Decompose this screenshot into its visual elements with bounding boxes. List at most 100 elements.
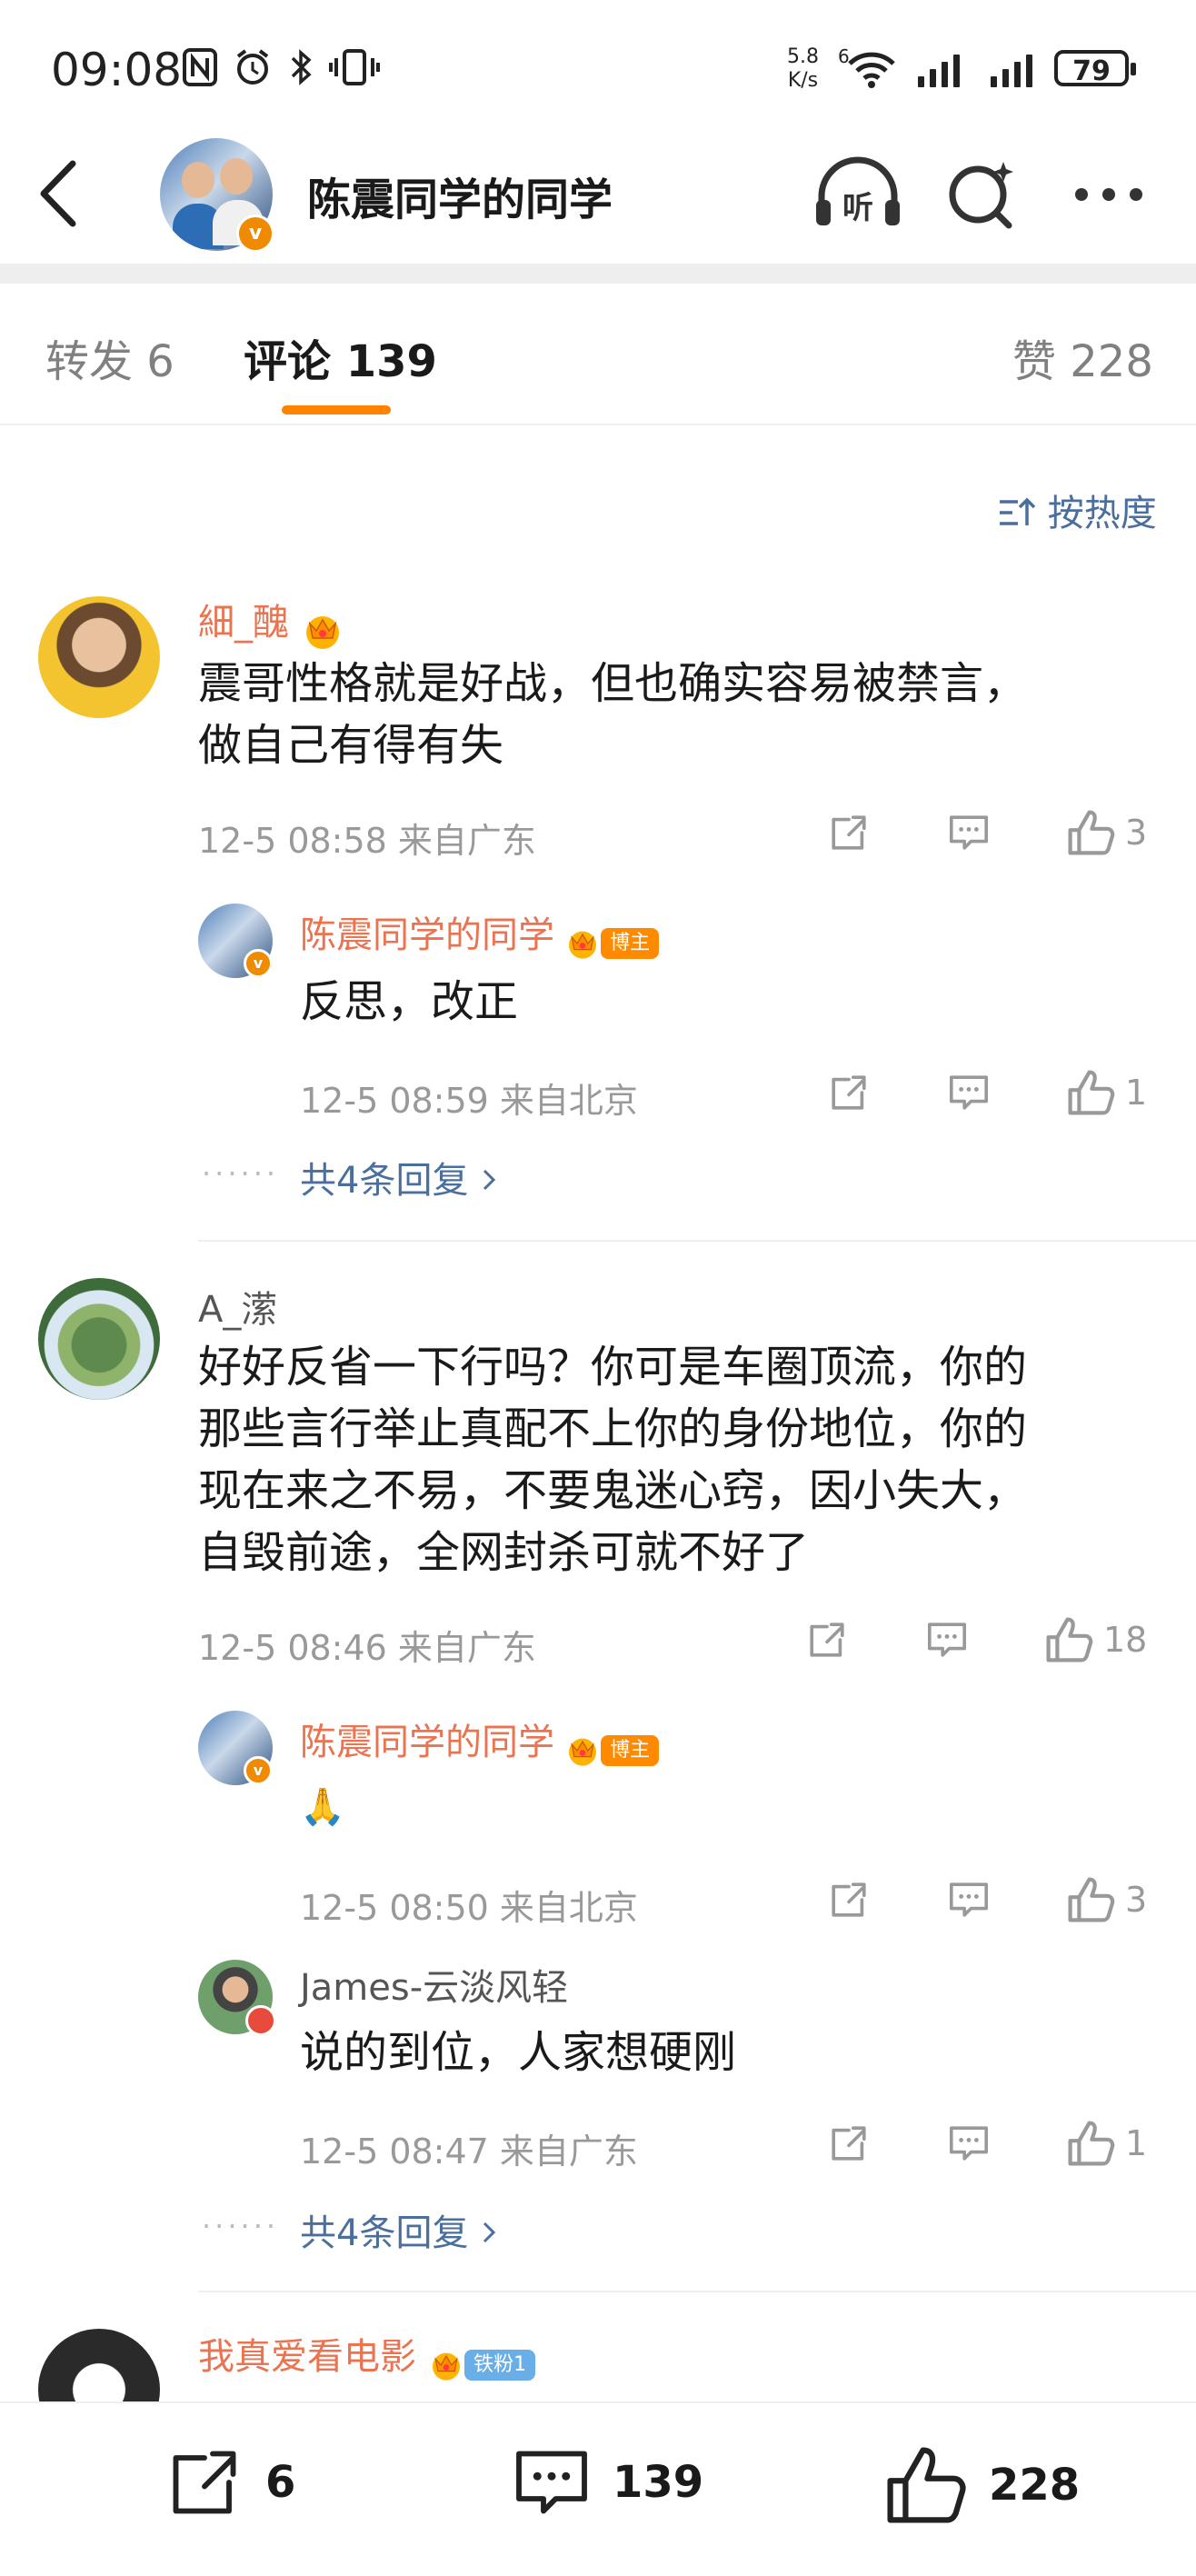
comment-count: 139 <box>613 2457 704 2508</box>
like-icon <box>887 2447 966 2523</box>
bottom-comment-button[interactable]: 139 <box>511 2441 703 2523</box>
share-icon <box>827 1878 871 1922</box>
reply-button[interactable] <box>925 1618 969 1662</box>
back-arrow-icon <box>40 160 76 227</box>
more-button[interactable] <box>1072 178 1145 215</box>
tab-comments[interactable]: 评论 139 <box>244 325 437 389</box>
reply-text: 🙏 <box>300 1786 345 1828</box>
wifi-icon <box>847 49 896 97</box>
comment-text-line: 现在来之不易，不要鬼迷心窍，因小失大， <box>198 1465 1028 1516</box>
like-button[interactable]: 3 <box>1065 1874 1147 1925</box>
reply-button[interactable] <box>947 1071 991 1114</box>
comment-text-line: 震哥性格就是好战，但也确实容易被禁言， <box>198 658 1028 709</box>
tab-reposts[interactable]: 转发 6 <box>45 325 174 389</box>
vibrate-icon <box>329 47 380 95</box>
more-replies-label: 共4条回复 <box>300 2212 469 2254</box>
sort-icon <box>1000 497 1036 525</box>
like-button[interactable]: 1 <box>1065 2118 1147 2169</box>
listen-icon: 听 <box>816 156 900 226</box>
active-tab-indicator <box>282 405 391 414</box>
speed-unit: K/s <box>787 69 819 92</box>
comment-icon <box>925 1618 969 1662</box>
reply-button[interactable] <box>947 1878 991 1922</box>
signal-1-icon <box>918 51 960 87</box>
thread-dots: ······ <box>202 2209 280 2243</box>
comment-icon <box>947 1071 991 1114</box>
share-button[interactable] <box>827 1071 871 1114</box>
like-button[interactable]: 18 <box>1043 1614 1147 1665</box>
comment-text: 震哥性格就是好战，但也确实容易被禁言， 做自己有得有失 <box>198 653 1027 776</box>
like-icon <box>1065 2118 1116 2169</box>
comment-avatar[interactable] <box>38 1278 160 1400</box>
comment-meta: 12-5 08:46 来自广东 <box>198 1628 536 1668</box>
share-button[interactable] <box>805 1618 849 1662</box>
more-replies-link[interactable]: 共4条回复 <box>300 1151 503 1203</box>
reply-header: 陈震同学的同学 博主 <box>300 905 660 961</box>
like-icon <box>1043 1614 1094 1665</box>
verified-badge: v <box>236 215 274 253</box>
network-speed: 5.8 K/s <box>787 45 819 93</box>
crown-icon <box>564 926 601 961</box>
author-tag: 博主 <box>601 927 660 959</box>
reply-username[interactable]: 陈震同学的同学 <box>300 1722 554 1763</box>
like-button[interactable]: 3 <box>1065 807 1147 858</box>
listen-button[interactable]: 听 <box>812 155 903 240</box>
reply-button[interactable] <box>947 811 991 854</box>
chevron-right-icon <box>483 2222 496 2243</box>
share-button[interactable] <box>827 2122 871 2165</box>
repost-count: 6 <box>265 2457 296 2508</box>
share-button[interactable] <box>827 811 871 854</box>
crown-icon <box>301 611 344 651</box>
comment-username[interactable]: 我真爱看电影 <box>198 2336 416 2378</box>
comment-username[interactable]: A_潆 <box>198 1289 277 1331</box>
crown-icon <box>428 2348 464 2382</box>
comment-text-line: 好好反省一下行吗？你可是车圈顶流，你的 <box>198 1342 1028 1393</box>
comment-avatar[interactable] <box>38 596 160 718</box>
reply-username[interactable]: 陈震同学的同学 <box>300 914 554 956</box>
nfc-icon <box>182 47 218 95</box>
reply-meta: 12-5 08:59 来自北京 <box>300 1081 638 1121</box>
like-count: 1 <box>1125 1073 1148 1113</box>
signal-2-icon <box>991 51 1032 87</box>
comment-icon <box>947 1878 991 1922</box>
search-button[interactable] <box>947 160 1020 236</box>
share-icon <box>805 1618 849 1662</box>
like-button[interactable]: 1 <box>1065 1067 1147 1118</box>
thread-dots: ······ <box>202 1156 280 1191</box>
comment-separator <box>198 1240 1196 1242</box>
comment-meta: 12-5 08:58 来自广东 <box>198 821 536 861</box>
status-bar: 09:08 5.8 K/s 6 79 <box>0 0 1196 136</box>
bottom-repost-button[interactable]: 6 <box>164 2441 295 2523</box>
reply-username[interactable]: James-云淡风轻 <box>300 1967 568 2009</box>
comment-header: A_潆 <box>198 1280 277 1333</box>
reply-header: James-云淡风轻 <box>300 1958 568 2011</box>
like-count: 1 <box>1125 2123 1148 2163</box>
bottom-like-button[interactable]: 228 <box>882 2441 1080 2529</box>
like-icon <box>1065 1067 1116 1118</box>
reply-text: 反思，改正 <box>300 976 519 1027</box>
battery-indicator: 79 <box>1054 50 1136 87</box>
share-button[interactable] <box>827 1878 871 1922</box>
verified-badge: v <box>244 1756 273 1785</box>
sort-button[interactable]: 按热度 <box>998 484 1157 536</box>
more-replies-link[interactable]: 共4条回复 <box>300 2203 503 2256</box>
more-dots-icon <box>1075 188 1142 201</box>
search-sparkle-icon <box>949 162 1013 229</box>
share-icon <box>827 2122 871 2165</box>
like-icon <box>1065 1874 1116 1925</box>
verified-badge: v <box>244 949 273 978</box>
tab-likes[interactable]: 赞 228 <box>1012 325 1153 389</box>
header-divider <box>0 264 1196 284</box>
comment-separator <box>198 2291 1196 2292</box>
reply-button[interactable] <box>947 2122 991 2165</box>
bluetooth-icon <box>289 47 314 95</box>
author-tag: 博主 <box>601 1734 660 1766</box>
like-count: 18 <box>1103 1620 1148 1660</box>
comment-header: 細_醜 <box>198 593 344 651</box>
comment-icon <box>947 811 991 854</box>
comment-username[interactable]: 細_醜 <box>198 602 289 644</box>
share-icon <box>827 811 871 854</box>
back-button[interactable] <box>36 160 82 227</box>
speed-value: 5.8 <box>787 45 819 68</box>
page-title: 陈震同学的同学 <box>307 175 613 225</box>
